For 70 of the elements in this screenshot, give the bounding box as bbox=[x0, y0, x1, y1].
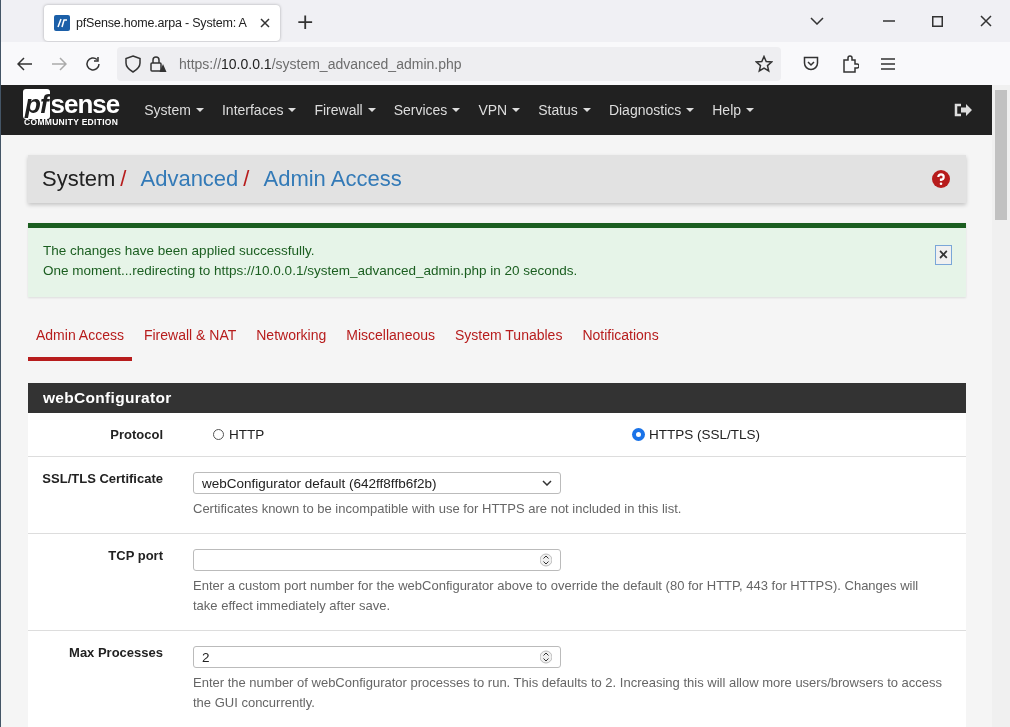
scrollbar-thumb[interactable] bbox=[995, 90, 1007, 220]
field-label: Max Processes bbox=[68, 645, 164, 662]
breadcrumb-link[interactable]: Advanced bbox=[140, 166, 239, 192]
alert-message: One moment...redirecting to https://10.0.0.1/system_advanced_admin.php in 20 seconds. bbox=[43, 262, 579, 280]
reload-icon[interactable] bbox=[85, 55, 101, 72]
dropdown[interactable]: webConfigurator default (642ff8ffb6f2b) bbox=[193, 472, 561, 494]
caret-icon bbox=[288, 108, 297, 112]
close-button[interactable]: × bbox=[934, 245, 952, 265]
panel-heading: webConfigurator bbox=[28, 383, 966, 413]
settings-tab[interactable]: Firewall & NAT bbox=[135, 327, 245, 361]
number-input[interactable] bbox=[193, 549, 561, 571]
field-label: Protocol bbox=[109, 427, 164, 442]
nav-menu[interactable]: Services bbox=[384, 102, 470, 118]
address-bar[interactable]: https://10.0.0.1/system_advanced_admin.php bbox=[117, 46, 781, 81]
url-text: https://10.0.0.1/system_advanced_admin.php bbox=[179, 55, 462, 72]
field-label: SSL/TLS Certificate bbox=[41, 471, 164, 488]
shield-icon bbox=[125, 54, 141, 73]
field-label: TCP port bbox=[107, 548, 164, 565]
settings-tab[interactable]: Miscellaneous bbox=[338, 327, 443, 361]
nav-menu[interactable]: Diagnostics bbox=[599, 102, 704, 118]
caret-icon bbox=[582, 108, 591, 112]
help-text: Enter the number of webConfigurator processes to run. This defaults to 2. Increasing this will allow more users/browsers to access the GUI concurrently. bbox=[193, 674, 944, 712]
help-text: Enter a custom port number for the webConfigurator above to override the default (80 for HTTP, 443 for HTTPS). Changes will take effect immediately after save. bbox=[193, 577, 920, 615]
maximize-icon[interactable] bbox=[932, 15, 943, 27]
puzzle-icon[interactable] bbox=[841, 54, 859, 73]
new-tab-button[interactable]: + bbox=[290, 8, 321, 34]
spinner-icon[interactable] bbox=[540, 551, 552, 569]
nav-menu[interactable]: Interfaces bbox=[212, 102, 306, 118]
close-icon[interactable] bbox=[260, 18, 270, 28]
spinner-icon[interactable] bbox=[540, 648, 552, 666]
site-icon bbox=[54, 15, 70, 31]
back-arrow-icon[interactable] bbox=[17, 56, 33, 71]
caret-icon bbox=[746, 108, 755, 112]
settings-tab[interactable]: Networking bbox=[248, 327, 335, 361]
forward-arrow-icon bbox=[51, 56, 67, 71]
close-icon[interactable] bbox=[980, 15, 992, 27]
breadcrumb-separator: / bbox=[243, 166, 250, 192]
nav-menu[interactable]: Status bbox=[529, 102, 600, 118]
breadcrumb-text: System bbox=[42, 166, 116, 192]
nav-menu[interactable]: Firewall bbox=[305, 102, 385, 118]
radio-option[interactable]: HTTPS (SSL/TLS) bbox=[633, 427, 992, 442]
settings-tab[interactable]: System Tunables bbox=[447, 327, 571, 361]
radio-button[interactable] bbox=[633, 429, 644, 440]
nav-menu[interactable]: System bbox=[135, 102, 213, 118]
star-icon[interactable] bbox=[755, 54, 773, 73]
caret-icon bbox=[512, 108, 521, 112]
pocket-icon[interactable] bbox=[803, 56, 819, 71]
chevron-down-icon bbox=[542, 480, 552, 486]
number-input[interactable]: 2 bbox=[193, 646, 561, 668]
scrollbar[interactable] bbox=[992, 85, 1010, 727]
caret-icon bbox=[195, 108, 204, 112]
alert-message: The changes have been applied successfully. bbox=[43, 242, 316, 260]
chevron-down-icon[interactable] bbox=[810, 17, 824, 25]
settings-tab[interactable]: Notifications bbox=[574, 327, 667, 361]
help-icon[interactable] bbox=[932, 170, 950, 188]
nav-menu[interactable]: VPN bbox=[469, 102, 530, 118]
breadcrumb-separator: / bbox=[120, 166, 127, 192]
menu-icon[interactable] bbox=[881, 57, 895, 70]
caret-icon bbox=[367, 108, 376, 112]
caret-icon bbox=[686, 108, 695, 112]
logout-icon[interactable] bbox=[954, 102, 972, 118]
browser-tab[interactable]: pfSense.home.arpa - System: A bbox=[44, 5, 280, 41]
nav-menu[interactable]: Help bbox=[703, 102, 764, 118]
settings-tab[interactable]: Admin Access bbox=[28, 327, 132, 361]
caret-icon bbox=[452, 108, 461, 112]
help-text: Certificates known to be incompatible with use for HTTPS are not included in this list. bbox=[193, 500, 683, 518]
breadcrumb-link[interactable]: Admin Access bbox=[263, 166, 402, 192]
lock-warning-icon bbox=[149, 54, 167, 73]
tab-title: pfSense.home.arpa - System: A bbox=[76, 16, 248, 30]
radio-option[interactable]: HTTP bbox=[213, 427, 613, 442]
